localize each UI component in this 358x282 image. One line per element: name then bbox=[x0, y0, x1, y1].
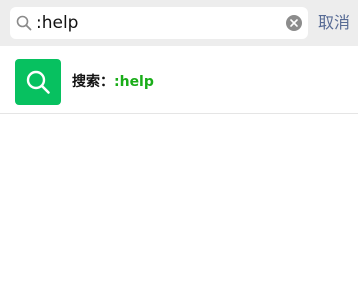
result-label: 搜索： bbox=[72, 74, 114, 90]
search-icon bbox=[16, 15, 32, 31]
search-result-row[interactable]: 搜索：:help bbox=[0, 50, 358, 112]
search-box[interactable] bbox=[10, 7, 308, 39]
search-input[interactable] bbox=[36, 7, 282, 39]
clear-icon[interactable] bbox=[286, 15, 302, 31]
result-text: 搜索：:help bbox=[72, 70, 154, 94]
search-header: 取消 bbox=[0, 0, 358, 46]
result-query: :help bbox=[114, 74, 154, 90]
divider bbox=[0, 113, 358, 114]
result-icon-tile bbox=[15, 59, 61, 105]
cancel-button[interactable]: 取消 bbox=[318, 7, 350, 39]
